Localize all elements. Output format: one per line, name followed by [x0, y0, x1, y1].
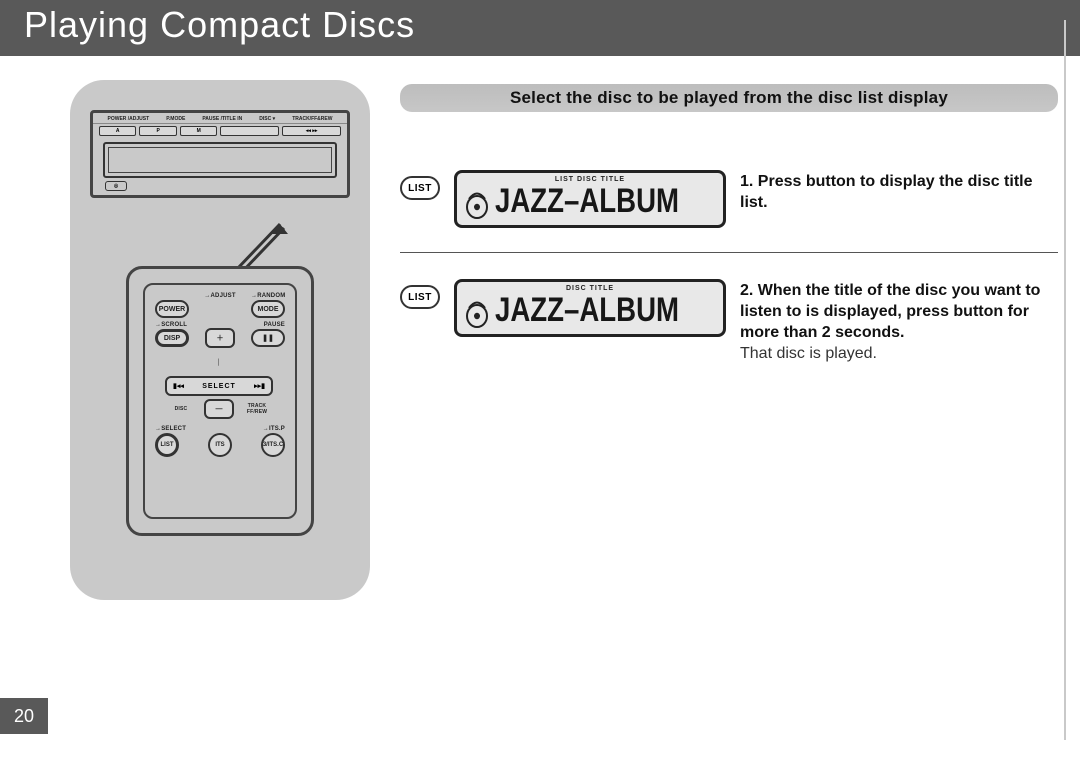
hu-label: POWER /ADJUST [108, 116, 150, 122]
remote-label: PAUSE [245, 322, 285, 328]
prev-icon: ▮◂◂ [173, 382, 184, 390]
step-1: LIST LIST DISC TITLE JAZZ–ALBUM 1. Press… [400, 170, 1058, 228]
remote-label: →SCROLL [155, 322, 195, 328]
lcd-display-2: DISC TITLE JAZZ–ALBUM [454, 279, 726, 337]
section-heading: Select the disc to be played from the di… [400, 84, 1058, 112]
remote-label: →RANDOM [251, 293, 285, 299]
next-icon: ▸▸▮ [254, 382, 265, 390]
hu-label: TRACK/FF&REW [292, 116, 332, 122]
remote-label: TRACK FF/REW [241, 403, 273, 415]
remote-pause-button[interactable]: ❚❚ [251, 329, 285, 347]
lcd-text: JAZZ–ALBUM [495, 182, 679, 221]
hu-button[interactable] [220, 126, 279, 136]
remote-list-button[interactable]: LIST [155, 433, 179, 457]
remote-power-button[interactable]: POWER [155, 300, 189, 318]
hu-button[interactable]: M [180, 126, 217, 136]
remote-minus-button[interactable]: — [204, 399, 234, 419]
page-edge [1064, 20, 1066, 740]
hu-label: DISC ▾ [259, 116, 275, 122]
hu-label: P.MODE [166, 116, 185, 122]
remote-select-bar[interactable]: ▮◂◂ SELECT ▸▸▮ [165, 376, 273, 396]
hu-button[interactable]: A [99, 126, 136, 136]
divider [400, 252, 1058, 253]
remote-disp-button[interactable]: DISP [155, 329, 189, 347]
remote-itsc-button[interactable]: 3/ITS.C [261, 433, 285, 457]
remote-its-button[interactable]: ITS [208, 433, 232, 457]
remote-plus-button[interactable]: ＋ [205, 328, 235, 348]
cd-logo-icon: ◎ [105, 181, 127, 191]
device-panel: POWER /ADJUST P.MODE PAUSE /TITLE IN DIS… [70, 80, 370, 600]
hu-button[interactable]: ◂◂ ▸▸ [282, 126, 341, 136]
list-button-icon[interactable]: LIST [400, 285, 440, 309]
page-header: Playing Compact Discs [0, 0, 1080, 56]
remote-label: │ [217, 360, 221, 366]
hu-button[interactable]: P [139, 126, 176, 136]
head-unit: POWER /ADJUST P.MODE PAUSE /TITLE IN DIS… [90, 110, 350, 198]
step-2: LIST DISC TITLE JAZZ–ALBUM 2. When the t… [400, 279, 1058, 363]
remote-label: DISC [175, 406, 188, 412]
step-1-text: 1. Press button to display the disc titl… [740, 172, 1058, 214]
instructions: Select the disc to be played from the di… [400, 80, 1058, 600]
page-number: 20 [0, 698, 48, 734]
lcd-text: JAZZ–ALBUM [495, 291, 679, 330]
disc-icon [465, 185, 489, 221]
list-button-icon[interactable]: LIST [400, 176, 440, 200]
remote-label: →ITS.P [235, 426, 285, 432]
remote-select-label: SELECT [202, 383, 236, 390]
disc-icon [465, 294, 489, 330]
hu-label: PAUSE /TITLE IN [202, 116, 242, 122]
page-body: POWER /ADJUST P.MODE PAUSE /TITLE IN DIS… [0, 56, 1080, 600]
hu-screen [103, 142, 337, 178]
page-title: Playing Compact Discs [24, 4, 415, 45]
remote-control: →ADJUST →RANDOM POWER MODE →SCROLL PAUSE… [126, 266, 314, 536]
step-2-text: 2. When the title of the disc you want t… [740, 281, 1058, 343]
remote-label: →ADJUST [204, 293, 235, 299]
remote-label: →SELECT [155, 426, 205, 432]
remote-mode-button[interactable]: MODE [251, 300, 285, 318]
lcd-display-1: LIST DISC TITLE JAZZ–ALBUM [454, 170, 726, 228]
step-2-note: That disc is played. [740, 345, 1058, 363]
